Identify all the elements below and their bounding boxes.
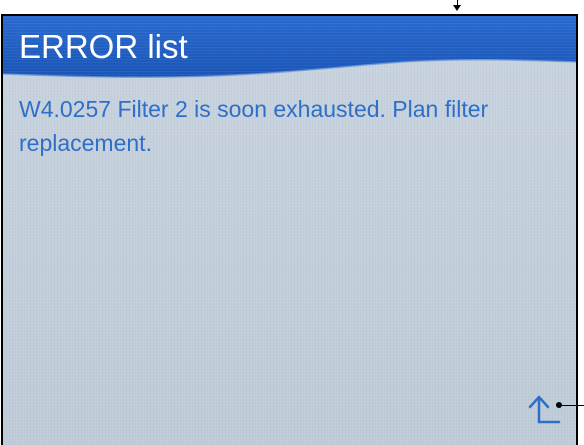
error-message: W4.0257 Filter 2 is soon exhausted. Plan… (19, 96, 489, 156)
figure: ERROR list W4.0257 Filter 2 is soon exha… (0, 0, 584, 445)
callout-arrow-top (453, 5, 461, 11)
arrow-up-left-icon (528, 395, 561, 424)
callout-line-right (560, 405, 584, 406)
device-screen: ERROR list W4.0257 Filter 2 is soon exha… (1, 14, 578, 445)
page-title: ERROR list (19, 28, 188, 65)
up-arrow-button[interactable] (527, 392, 561, 426)
title-bar: ERROR list (3, 16, 576, 86)
